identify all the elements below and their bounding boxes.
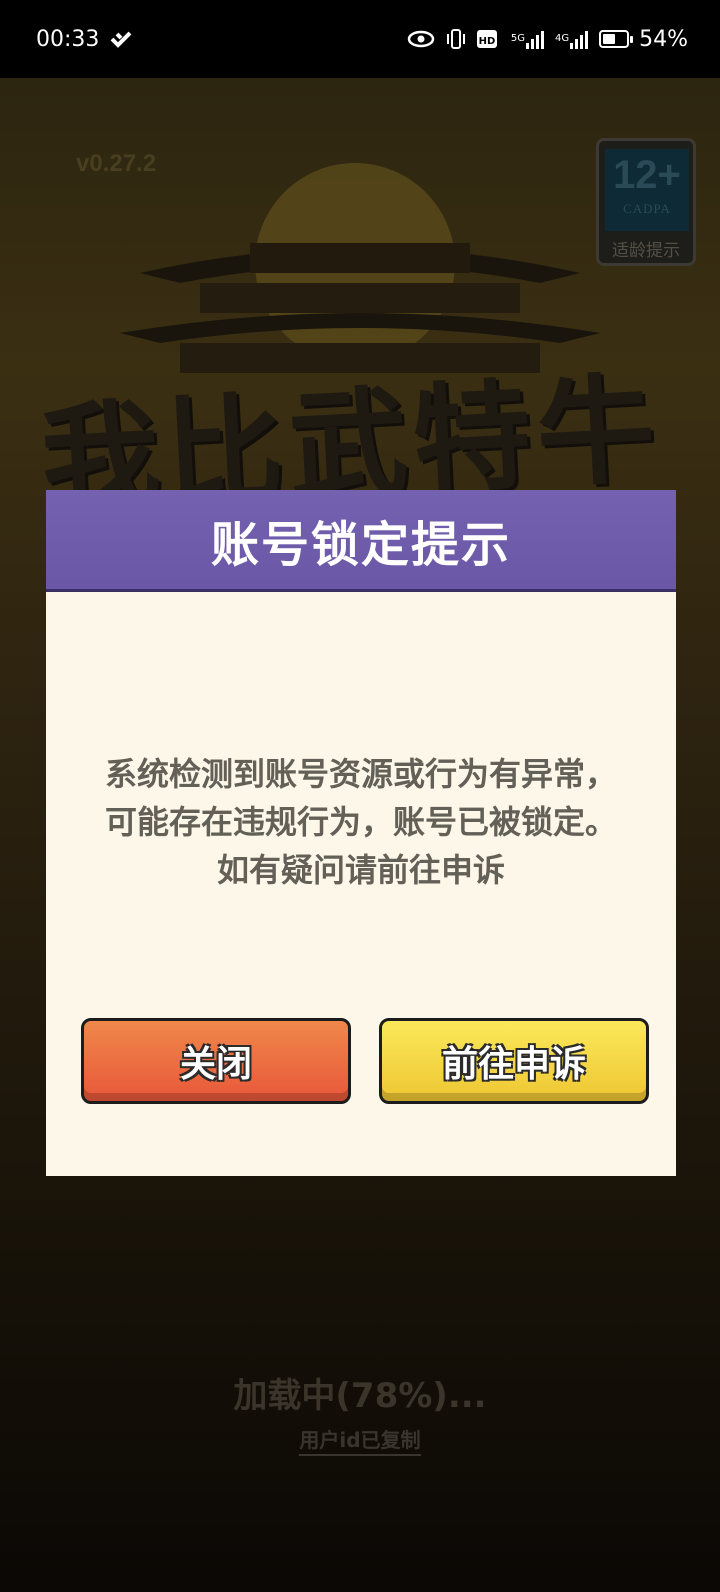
battery-percent: 54% [639,26,688,52]
status-right: HD 5G 4G 54% [407,27,688,52]
loading-text: 加载中(78%)... [233,1376,487,1416]
age-rating-number: 12+ [613,153,681,197]
svg-text:HD: HD [479,36,496,47]
signal-4g-label: 4G [554,33,570,44]
eye-icon [407,29,435,49]
age-rating-badge[interactable]: 12+ CADPA 适龄提示 [596,138,696,266]
battery-icon [599,30,634,48]
signal-5g-label: 5G [510,33,525,44]
status-time: 00:33 [36,26,100,52]
dialog-title: 账号锁定提示 [210,516,511,573]
age-rating-label: 适龄提示 [612,241,680,261]
age-rating-org: CADPA [623,201,671,216]
account-lock-dialog: 账号锁定提示 系统检测到账号资源或行为有异常，可能存在违规行为，账号已被锁定。如… [46,490,676,1176]
dialog-header: 账号锁定提示 [46,490,676,592]
signal-5g-icon: 5G [511,29,545,49]
vibrate-icon [445,28,467,50]
dialog-body: 系统检测到账号资源或行为有异常，可能存在违规行为，账号已被锁定。如有疑问请前往申… [46,592,676,1176]
copied-id-link[interactable]: 用户id已复制 [299,1428,421,1456]
copied-id-row: 用户id已复制 [0,1424,720,1456]
app-notification-icon [109,29,133,49]
appeal-button[interactable]: 前往申诉 [379,1018,649,1104]
age-rating-panel: 12+ CADPA [605,149,689,231]
version-label: v0.27.2 [76,150,157,177]
signal-4g-icon: 4G [555,29,589,49]
dialog-message: 系统检测到账号资源或行为有异常，可能存在违规行为，账号已被锁定。如有疑问请前往申… [104,755,617,889]
close-button[interactable]: 关闭 [81,1018,351,1104]
status-left: 00:33 [36,27,133,52]
status-bar: 00:33 HD 5G 4G 54% [0,0,720,78]
battery-fill [603,34,616,44]
hd-icon: HD [476,28,501,50]
